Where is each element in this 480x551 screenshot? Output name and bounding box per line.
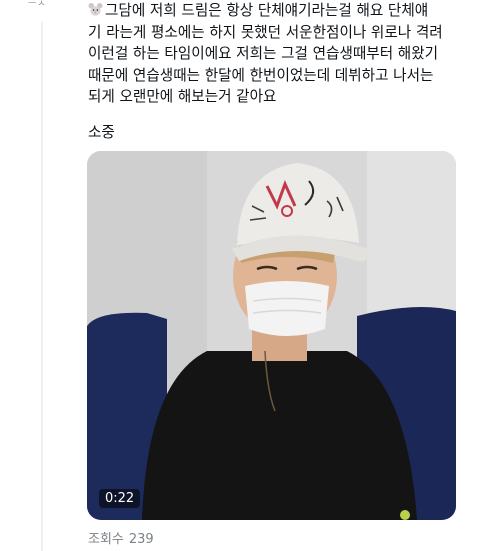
avatar-stub: ㅡㅅ xyxy=(28,0,47,9)
video-thumbnail xyxy=(87,151,456,520)
thread-connector-line xyxy=(41,22,43,551)
thread-gutter: ㅡㅅ xyxy=(0,0,80,551)
tweet-line-5: 되게 오랜만에 해보는거 같아요 xyxy=(88,88,277,106)
tweet-line-3: 이런걸 하는 타임이에요 저희는 그걸 연습생때부터 해왔기 xyxy=(88,45,439,63)
tweet-line-2: 기 라는게 평소에는 하지 못했던 서운한점이나 위로나 격려 xyxy=(88,23,443,41)
views-count: 239 xyxy=(128,532,154,547)
video-player[interactable]: 0:22 xyxy=(87,151,456,520)
views-label: 조회수 xyxy=(88,532,124,547)
tweet-text: 그담에 저희 드림은 항상 단체얘기라는걸 해요 단체얘 기 라는게 평소에는 … xyxy=(88,0,466,108)
tweet-line-1-text: 그담에 저희 드림은 항상 단체얘기라는걸 해요 단체얘 xyxy=(105,2,429,19)
tweet-line-1: 그담에 저희 드림은 항상 단체얘기라는걸 해요 단체얘 xyxy=(88,0,466,22)
mask-shape xyxy=(245,281,329,336)
view-count: 조회수 239 xyxy=(88,528,154,547)
tweet-line-4: 때문에 연습생때는 한달에 한번이었는데 데뷔하고 나서는 xyxy=(88,66,434,84)
video-duration-badge: 0:22 xyxy=(99,489,141,508)
tweet-signature: 소중 xyxy=(88,124,115,141)
shirt-shape xyxy=(142,351,417,520)
mouse-face-icon xyxy=(88,2,103,16)
